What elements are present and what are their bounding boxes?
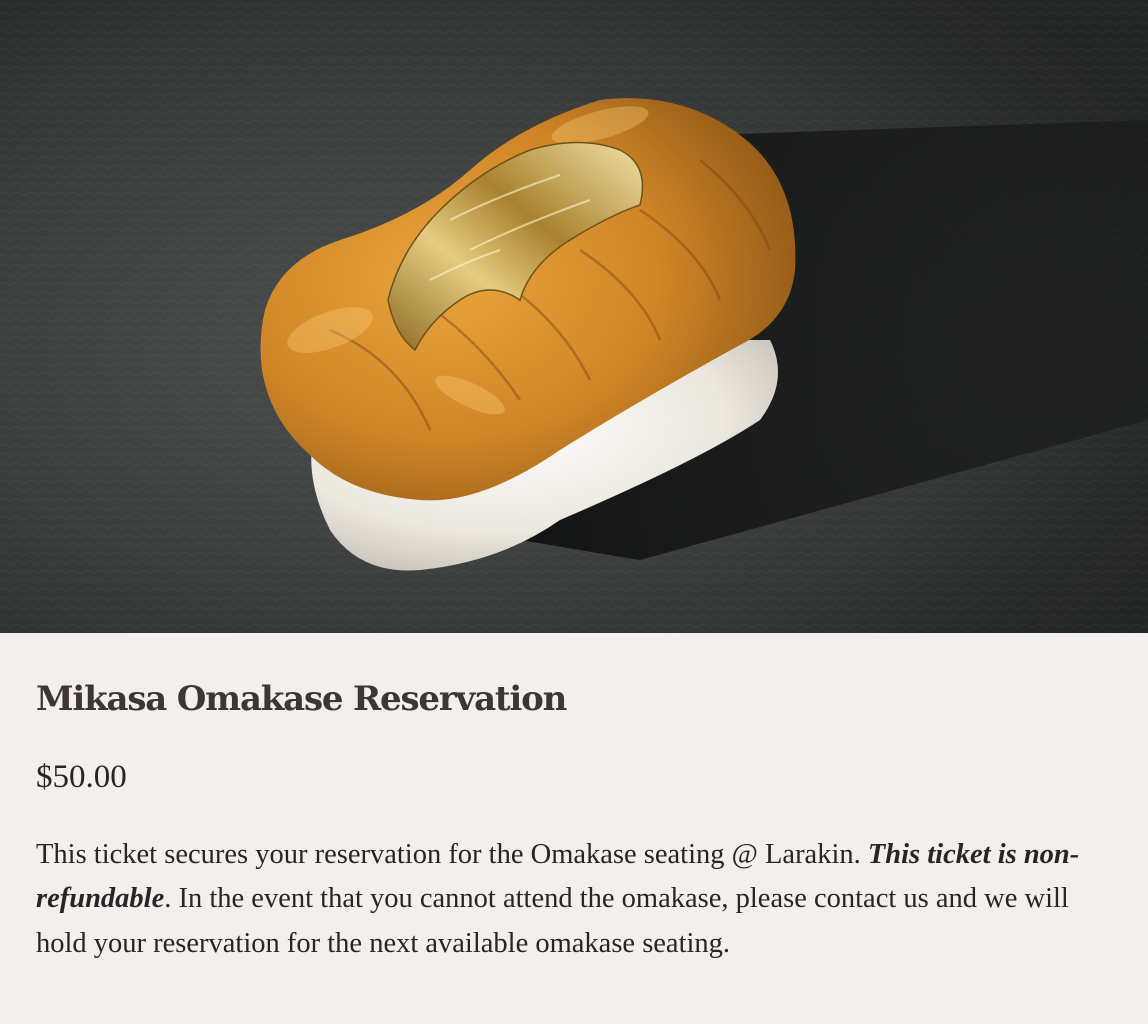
product-image bbox=[0, 0, 1148, 633]
product-details: Mikasa Omakase Reservation $50.00 This t… bbox=[0, 633, 1148, 1024]
product-description: This ticket secures your reservation for… bbox=[36, 833, 1116, 966]
description-text-2: . In the event that you cannot attend th… bbox=[36, 883, 1069, 959]
product-price: $50.00 bbox=[36, 759, 127, 795]
product-page: Mikasa Omakase Reservation $50.00 This t… bbox=[0, 0, 1148, 1024]
description-text-1: This ticket secures your reservation for… bbox=[36, 839, 868, 870]
product-title: Mikasa Omakase Reservation bbox=[36, 679, 567, 719]
